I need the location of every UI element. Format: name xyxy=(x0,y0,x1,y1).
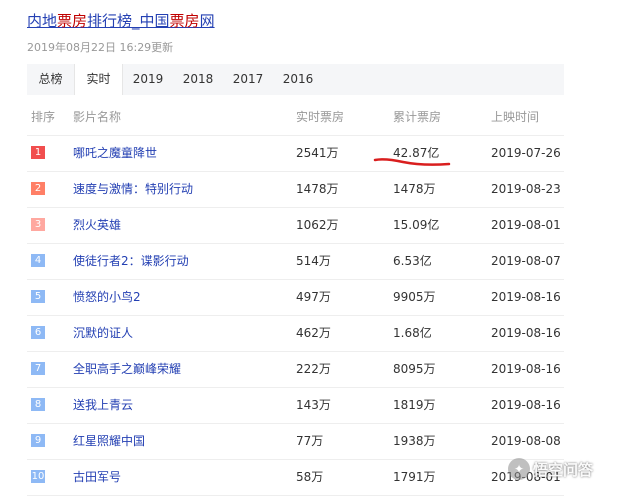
title-suffix: 网 xyxy=(199,12,215,30)
realtime-box-office: 497万 xyxy=(296,290,331,304)
realtime-box-office: 462万 xyxy=(296,326,331,340)
table-row: 8 送我上青云 143万 1819万 2019-08-16 xyxy=(27,388,564,424)
realtime-box-office: 1478万 xyxy=(296,182,339,196)
title-highlight-1: 票房 xyxy=(57,12,88,30)
wukong-logo-icon: ✦ xyxy=(508,458,530,480)
update-timestamp: 2019年08月22日 16:29更新 xyxy=(27,41,174,54)
movie-link[interactable]: 古田军号 xyxy=(73,460,121,495)
release-date: 2019-08-16 xyxy=(491,362,561,376)
table-row: 1 哪吒之魔童降世 2541万 42.87亿 2019-07-26 xyxy=(27,136,564,172)
release-date: 2019-08-01 xyxy=(491,218,561,232)
realtime-box-office: 143万 xyxy=(296,398,331,412)
column-header-name: 影片名称 xyxy=(73,110,122,124)
table-header-row: 排序 影片名称 实时票房 累计票房 上映时间 xyxy=(27,100,564,136)
release-date: 2019-07-26 xyxy=(491,146,561,160)
release-date: 2019-08-07 xyxy=(491,254,561,268)
release-date: 2019-08-23 xyxy=(491,182,561,196)
release-date: 2019-08-08 xyxy=(491,434,561,448)
total-box-office: 1478万 xyxy=(393,182,436,196)
realtime-box-office: 222万 xyxy=(296,362,331,376)
rank-badge: 6 xyxy=(31,326,45,339)
tab-realtime[interactable]: 实时 xyxy=(74,64,123,95)
column-header-date: 上映时间 xyxy=(491,110,540,124)
realtime-box-office: 77万 xyxy=(296,434,324,448)
tab-all-time[interactable]: 总榜 xyxy=(27,64,74,95)
table-row: 4 使徒行者2：谍影行动 514万 6.53亿 2019-08-07 xyxy=(27,244,564,280)
total-box-office: 8095万 xyxy=(393,362,436,376)
movie-link[interactable]: 沉默的证人 xyxy=(73,316,133,351)
tab-2016[interactable]: 2016 xyxy=(273,64,323,95)
total-box-office: 42.87亿 xyxy=(393,146,440,160)
title-middle: 排行榜_中国 xyxy=(87,12,170,30)
rank-badge: 7 xyxy=(31,362,45,375)
movie-link[interactable]: 送我上青云 xyxy=(73,388,133,423)
watermark: ✦ 悟空问答 xyxy=(508,457,634,481)
title-highlight-2: 票房 xyxy=(169,12,200,30)
total-box-office: 6.53亿 xyxy=(393,254,432,268)
rank-badge: 9 xyxy=(31,434,45,447)
realtime-box-office: 58万 xyxy=(296,470,324,484)
release-date: 2019-08-16 xyxy=(491,326,561,340)
movie-link[interactable]: 速度与激情：特别行动 xyxy=(73,172,193,207)
movie-link[interactable]: 烈火英雄 xyxy=(73,208,121,243)
movie-link[interactable]: 使徒行者2：谍影行动 xyxy=(73,244,189,279)
watermark-text: 悟空问答 xyxy=(533,460,594,479)
movie-link[interactable]: 哪吒之魔童降世 xyxy=(73,136,157,171)
movie-link[interactable]: 全职高手之巅峰荣耀 xyxy=(73,352,181,387)
box-office-table: 排序 影片名称 实时票房 累计票房 上映时间 1 哪吒之魔童降世 2541万 4… xyxy=(27,100,564,496)
total-box-office: 15.09亿 xyxy=(393,218,440,232)
total-box-office: 1819万 xyxy=(393,398,436,412)
column-header-total: 累计票房 xyxy=(393,110,442,124)
total-box-office: 1.68亿 xyxy=(393,326,432,340)
total-box-office: 9905万 xyxy=(393,290,436,304)
page-title-link[interactable]: 内地票房排行榜_中国票房网 xyxy=(27,10,215,31)
table-row: 7 全职高手之巅峰荣耀 222万 8095万 2019-08-16 xyxy=(27,352,564,388)
total-box-office: 1791万 xyxy=(393,470,436,484)
tab-bar: 总榜 实时 2019 2018 2017 2016 xyxy=(27,64,564,95)
table-row: 6 沉默的证人 462万 1.68亿 2019-08-16 xyxy=(27,316,564,352)
title-prefix: 内地 xyxy=(27,12,58,30)
realtime-box-office: 1062万 xyxy=(296,218,339,232)
table-row: 3 烈火英雄 1062万 15.09亿 2019-08-01 xyxy=(27,208,564,244)
rank-badge: 8 xyxy=(31,398,45,411)
realtime-box-office: 2541万 xyxy=(296,146,339,160)
realtime-box-office: 514万 xyxy=(296,254,331,268)
rank-badge: 2 xyxy=(31,182,45,195)
release-date: 2019-08-16 xyxy=(491,398,561,412)
total-box-office: 1938万 xyxy=(393,434,436,448)
rank-badge: 1 xyxy=(31,146,45,159)
movie-link[interactable]: 红星照耀中国 xyxy=(73,424,145,459)
table-row: 2 速度与激情：特别行动 1478万 1478万 2019-08-23 xyxy=(27,172,564,208)
rank-badge: 3 xyxy=(31,218,45,231)
rank-badge: 10 xyxy=(31,470,45,483)
table-row: 5 愤怒的小鸟2 497万 9905万 2019-08-16 xyxy=(27,280,564,316)
rank-badge: 4 xyxy=(31,254,45,267)
movie-link[interactable]: 愤怒的小鸟2 xyxy=(73,280,141,315)
rank-badge: 5 xyxy=(31,290,45,303)
column-header-rank: 排序 xyxy=(31,110,56,124)
tab-2018[interactable]: 2018 xyxy=(173,64,223,95)
tab-2017[interactable]: 2017 xyxy=(223,64,273,95)
release-date: 2019-08-16 xyxy=(491,290,561,304)
table-row: 9 红星照耀中国 77万 1938万 2019-08-08 xyxy=(27,424,564,460)
column-header-realtime: 实时票房 xyxy=(296,110,345,124)
tab-2019[interactable]: 2019 xyxy=(123,64,173,95)
